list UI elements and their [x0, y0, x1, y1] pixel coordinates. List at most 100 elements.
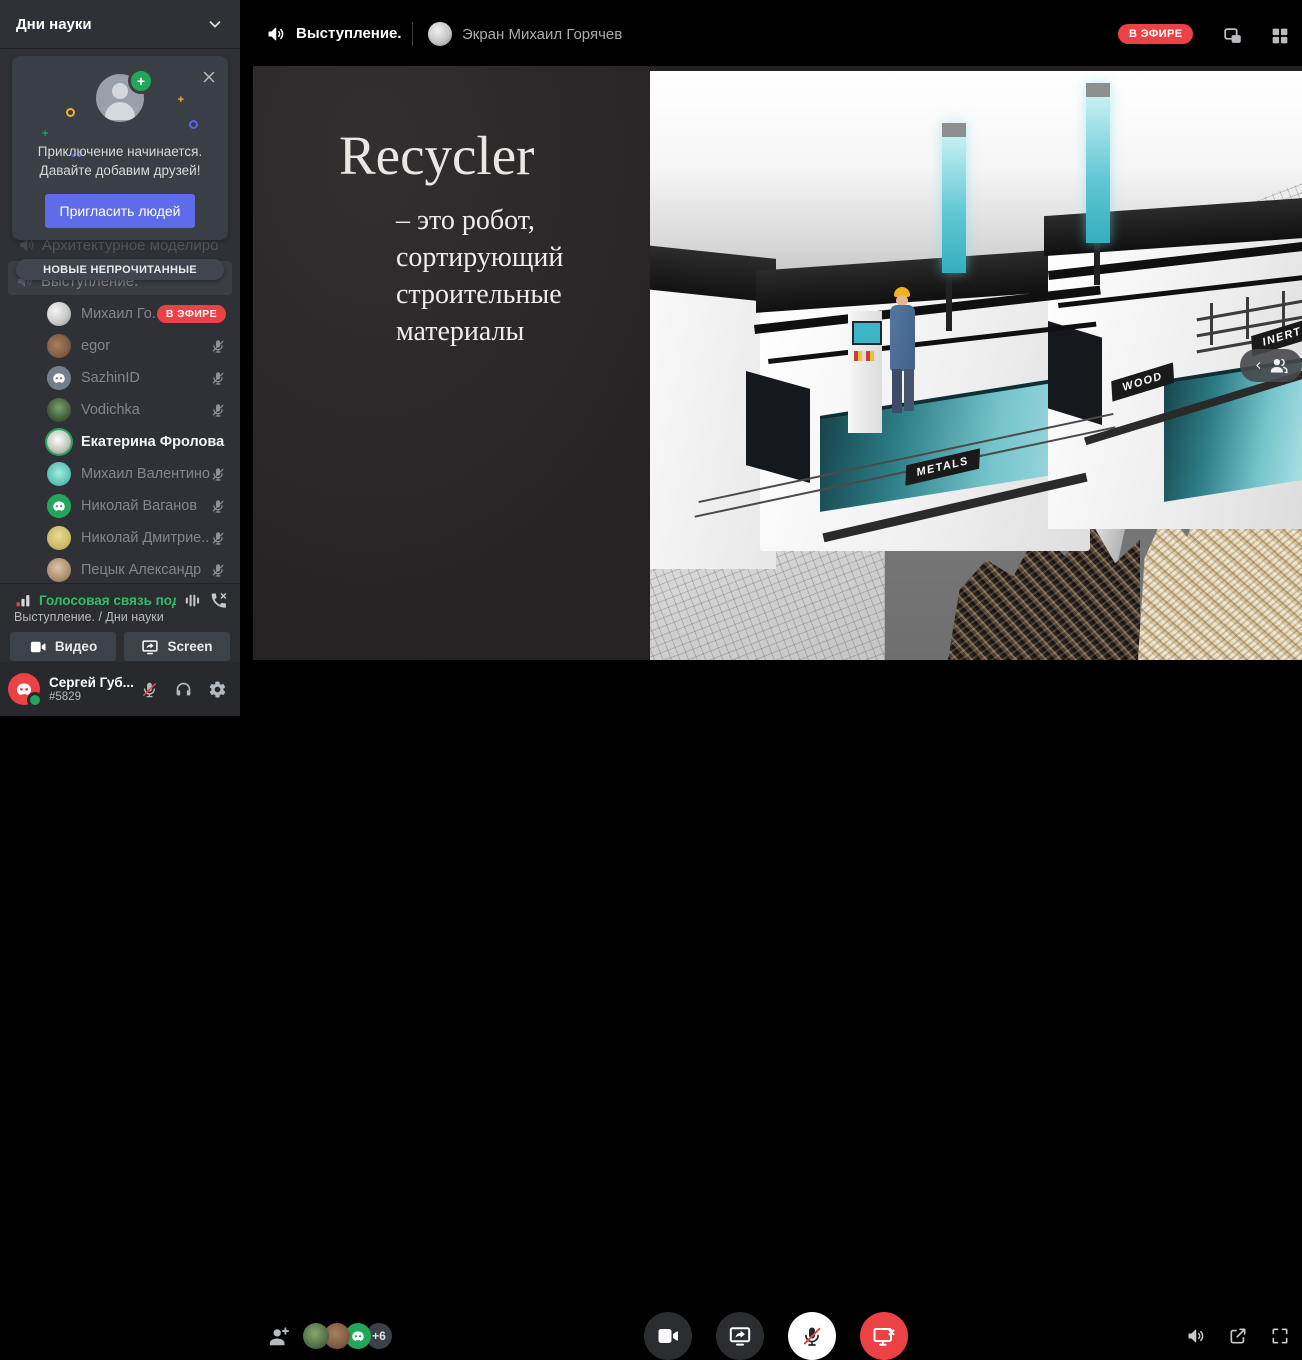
connection-signal-icon [14, 591, 32, 609]
screen-share-button[interactable]: Screen [124, 632, 230, 661]
camera-button[interactable] [644, 1312, 692, 1360]
member-name: Николай Дмитрие... [81, 530, 210, 546]
video-button[interactable]: Видео [10, 632, 116, 661]
list-item[interactable]: Николай Ваганов [0, 490, 240, 522]
mic-mute-button[interactable] [788, 1312, 836, 1360]
mic-muted-icon [210, 338, 226, 354]
screen-share-view[interactable]: Recycler – это робот, сортирующий строит… [253, 66, 1302, 660]
sparkle-dot [66, 108, 75, 117]
member-name: Михаил Го... [81, 306, 157, 322]
mute-toggle-button[interactable] [134, 674, 164, 704]
list-item[interactable]: Пецык Александр [0, 554, 240, 586]
stop-streaming-button[interactable] [860, 1312, 908, 1360]
screen-share-icon [728, 1324, 752, 1348]
server-header[interactable]: Дни науки [0, 0, 240, 48]
mic-muted-icon [210, 370, 226, 386]
avatar [47, 334, 71, 358]
member-name: egor [81, 338, 210, 354]
participant-avatar[interactable] [303, 1323, 329, 1349]
show-members-toggle[interactable] [1240, 349, 1302, 382]
disconnect-call-icon[interactable] [209, 591, 228, 610]
member-name: Пецык Александр [81, 562, 210, 578]
monitor-x-icon [872, 1324, 896, 1348]
mic-muted-icon [210, 402, 226, 418]
picture-in-picture-icon[interactable] [1222, 25, 1244, 47]
promo-line1: Приключение начинается. [12, 142, 228, 161]
list-item[interactable]: Николай Дмитрие... [0, 522, 240, 554]
mic-muted-icon [210, 530, 226, 546]
sparkle-dot [189, 120, 198, 129]
chevron-left-icon [1253, 360, 1264, 371]
member-name: Николай Ваганов [81, 498, 210, 514]
camera-icon [656, 1324, 680, 1348]
stage-area: Выступление. Экран Михаил Горячев В ЭФИР… [240, 0, 1302, 716]
voice-channel-path: Выступление. / Дни науки [14, 610, 226, 624]
deafen-toggle-button[interactable] [168, 674, 198, 704]
user-panel: Сергей Губ... #5829 [0, 662, 240, 716]
invite-people-button[interactable]: Пригласить людей [45, 194, 195, 228]
mic-muted-icon [210, 498, 226, 514]
image-railing-post [1246, 297, 1249, 339]
image-machine-accent [1048, 321, 1102, 425]
mic-muted-icon [210, 466, 226, 482]
volume-icon[interactable] [1186, 1326, 1206, 1346]
user-info: Сергей Губ... #5829 [49, 675, 134, 703]
screen-button-label: Screen [167, 639, 212, 654]
avatar [47, 302, 71, 326]
voice-member-list: Михаил Го... В ЭФИРЕ egor SazhinID Vodic… [0, 298, 240, 586]
promo-text: Приключение начинается. Давайте добавим … [12, 142, 228, 180]
avatar [47, 366, 71, 390]
sidebar: Дни науки Архитектурное моделиро + + + П… [0, 0, 240, 716]
list-item[interactable]: Михаил Валентино... [0, 458, 240, 490]
list-item[interactable]: Екатерина Фролова [0, 426, 240, 458]
screenshare-button[interactable] [716, 1312, 764, 1360]
live-badge: В ЭФИРЕ [157, 305, 226, 323]
gear-icon [208, 680, 227, 699]
image-railing-post [1210, 303, 1213, 345]
user-discriminator: #5829 [49, 691, 134, 703]
image-control-console [848, 311, 882, 433]
member-name: Михаил Валентино... [81, 466, 210, 482]
list-item[interactable]: Vodichka [0, 394, 240, 426]
speaker-icon [266, 24, 286, 44]
stage-bottom-bar: +6 [240, 660, 1302, 716]
list-item[interactable]: SazhinID [0, 362, 240, 394]
presenter-avatar [428, 22, 452, 46]
members-icon [1269, 356, 1289, 376]
headphones-icon [174, 680, 193, 699]
member-name: Vodichka [81, 402, 210, 418]
image-gantry-post [946, 269, 952, 331]
member-name: Екатерина Фролова [81, 434, 226, 450]
user-avatar[interactable] [8, 673, 40, 705]
channel-title: Выступление. [296, 25, 402, 42]
camera-icon [29, 638, 47, 656]
mic-muted-icon [210, 562, 226, 578]
online-status-dot [27, 692, 43, 708]
slide-body: – это робот, сортирующий строительные ма… [396, 202, 646, 350]
grid-view-icon[interactable] [1269, 25, 1291, 47]
chevron-down-icon [206, 15, 224, 33]
screen-share-icon [141, 638, 159, 656]
video-button-label: Видео [55, 639, 97, 654]
promo-line2: Давайте добавим друзей! [12, 161, 228, 180]
avatar [47, 526, 71, 550]
voice-connected-label: Голосовая связь подключена [39, 593, 176, 608]
username: Сергей Губ... [49, 675, 135, 690]
invite-to-call-icon[interactable] [268, 1326, 290, 1348]
member-name: SazhinID [81, 370, 210, 386]
avatar [47, 494, 71, 518]
list-item[interactable]: egor [0, 330, 240, 362]
sparkle-plus: + [178, 94, 184, 106]
avatar-speaking [47, 430, 71, 454]
noise-suppression-icon[interactable] [183, 591, 202, 610]
new-unreads-pill[interactable]: НОВЫЕ НЕПРОЧИТАННЫЕ [16, 259, 224, 280]
slide-title: Recycler [339, 124, 534, 187]
fullscreen-icon[interactable] [1270, 1326, 1290, 1346]
mic-muted-icon [140, 680, 159, 699]
avatar [47, 462, 71, 486]
settings-button[interactable] [202, 674, 232, 704]
list-item[interactable]: Михаил Го... В ЭФИРЕ [0, 298, 240, 330]
popout-icon[interactable] [1228, 1326, 1248, 1346]
image-scanner-tower [942, 123, 966, 273]
invite-promo-card: + + + Приключение начинается. Давайте до… [12, 56, 228, 240]
